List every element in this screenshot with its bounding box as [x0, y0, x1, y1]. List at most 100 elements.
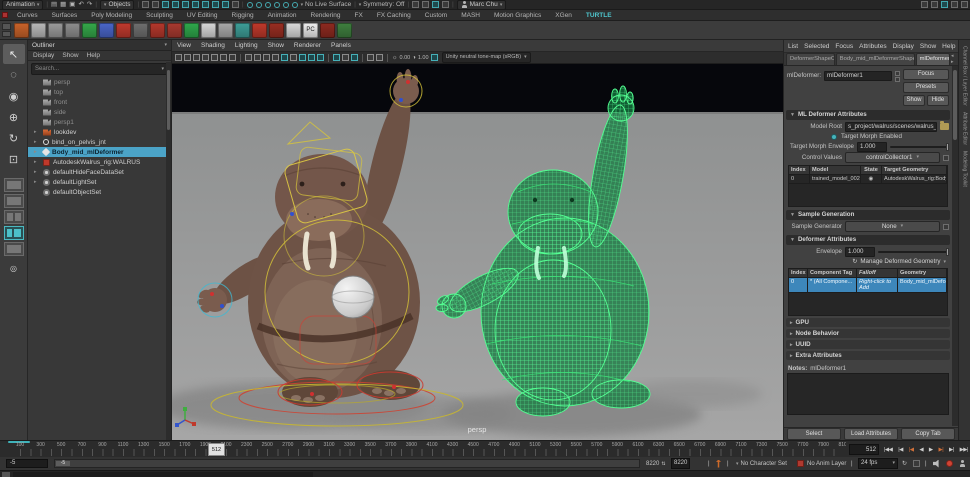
shelf-tab-rigging[interactable]: Rigging — [225, 12, 261, 19]
auto-keyframe-icon[interactable] — [946, 460, 953, 467]
snap-grid-icon[interactable] — [142, 1, 150, 8]
outliner-search-input[interactable]: Search... ▾ — [31, 63, 168, 75]
workspace-toolsettings-toggle-icon[interactable] — [951, 1, 958, 8]
outliner-item-bind-on-pelvis-jnt[interactable]: ▸ bind_on_pelvis_jnt — [28, 137, 171, 147]
model-root-field[interactable]: s_project/walrus/scenes/walrus_mid_data — [845, 121, 937, 132]
shelf-tab-custom[interactable]: Custom — [418, 12, 454, 19]
expander-icon[interactable]: ▸ — [34, 129, 40, 135]
outliner-menu-display[interactable]: Display — [33, 52, 54, 59]
gray-sphere2-icon[interactable] — [218, 22, 233, 38]
lock-node-icon[interactable] — [895, 71, 901, 76]
outliner-item-defaulthidefacedataset[interactable]: ▸ defaultHideFaceDataSet — [28, 167, 171, 177]
layout-outliner-persp-button[interactable] — [3, 226, 24, 240]
render-frame-icon[interactable] — [412, 1, 420, 8]
white-page-icon[interactable] — [286, 22, 301, 38]
expander-icon[interactable]: ▸ — [34, 169, 40, 175]
exposure-icon[interactable]: ☼ — [392, 55, 398, 61]
go-to-start-button[interactable]: |◀◀ — [884, 447, 893, 453]
envelope-field[interactable]: 1.000 — [845, 246, 875, 257]
section-node-behavior[interactable]: ▸ Node Behavior — [786, 329, 950, 338]
snap-align-icon[interactable] — [212, 1, 220, 8]
step-forward-key-button[interactable]: ▶| — [939, 447, 944, 453]
save-scene-icon[interactable]: ▣ — [69, 1, 75, 9]
share-node-icon[interactable] — [895, 77, 901, 82]
make-live-icon[interactable] — [192, 1, 200, 8]
viewport-menu-show[interactable]: Show — [268, 42, 284, 49]
animation-preferences-icon[interactable] — [959, 460, 966, 467]
mel-toggle-icon[interactable] — [2, 472, 10, 477]
ae-menu-focus[interactable]: Focus — [835, 43, 853, 50]
range-start-field[interactable]: -5 — [6, 458, 48, 468]
character-set-dropdown[interactable]: ▾ No Character Set — [736, 457, 787, 470]
tonemap-dropdown[interactable]: Unity neutral tone-map (sRGB) ▾ — [441, 52, 531, 63]
speaker-icon[interactable] — [933, 459, 939, 468]
menu-mode-selector[interactable]: Animation ▾ — [2, 0, 44, 10]
range-end-spinner[interactable]: 8220 ⇅ — [646, 457, 666, 470]
ae-menu-show[interactable]: Show — [920, 43, 936, 50]
selection-mask-dropdown[interactable]: ▾ Objects — [99, 0, 135, 10]
gray-ring-icon[interactable] — [133, 22, 148, 38]
snap-point-icon[interactable] — [162, 1, 170, 8]
teal-sphere-icon[interactable] — [235, 22, 250, 38]
bookmark-icon[interactable] — [913, 460, 920, 467]
right-tab-attribute-editor[interactable]: Attribute Editor — [962, 112, 968, 145]
layout-custom-icon[interactable]: ◎ — [3, 258, 25, 278]
current-frame-marker[interactable]: 512 — [208, 443, 225, 456]
viewport-menu-lighting[interactable]: Lighting — [235, 42, 258, 49]
shelf-selector-icon[interactable] — [2, 23, 11, 37]
render-icon[interactable] — [282, 1, 289, 8]
sample-generator-dropdown[interactable]: None ▾ — [845, 221, 940, 232]
section-sample-generation[interactable]: ▼ Sample Generation — [786, 210, 950, 220]
section-extra-attributes[interactable]: ▸ Extra Attributes — [786, 351, 950, 360]
shelf-tab-rendering[interactable]: Rendering — [304, 12, 348, 19]
layout-two-pane-button[interactable] — [3, 210, 24, 224]
viewport-toolbar-icon-18[interactable] — [333, 54, 340, 61]
viewport-menu-view[interactable]: View — [177, 42, 191, 49]
expander-icon[interactable]: ▸ — [34, 149, 40, 155]
red-panel2-icon[interactable] — [167, 22, 182, 38]
viewport-toolbar-icon-2[interactable] — [193, 54, 200, 61]
command-input[interactable] — [13, 472, 313, 477]
exposure-value[interactable]: 0.00 — [400, 55, 411, 61]
viewport-toolbar-icon-9[interactable] — [254, 54, 261, 61]
outliner-item-autodeskwalrus-rig-walrus[interactable]: ▸ AutodeskWalrus_rig:WALRUS — [28, 157, 171, 167]
outliner-item-body-mid-mldeformer[interactable]: ▸ Body_mid_mlDeformer — [28, 147, 171, 157]
input-line-icon[interactable] — [273, 1, 280, 8]
red-gear-icon[interactable] — [116, 22, 131, 38]
ae-menu-list[interactable]: List — [788, 43, 798, 50]
new-scene-icon[interactable]: ▤ — [51, 1, 57, 9]
right-tab-channel-box-layer-editor[interactable]: Channel Box / Layer Editor — [962, 46, 968, 106]
load-attributes-button[interactable]: Load Attributes — [844, 428, 898, 440]
curve-tool-icon[interactable] — [14, 22, 29, 38]
ae-menu-selected[interactable]: Selected — [804, 43, 829, 50]
render-sequence-icon[interactable] — [422, 1, 430, 8]
plane-icon[interactable] — [65, 22, 80, 38]
section-ml-deformer[interactable]: ▼ ML Deformer Attributes — [786, 110, 950, 120]
outliner-item-top[interactable]: top — [28, 87, 171, 97]
control-values-dropdown[interactable]: controlCollector1 ▾ — [845, 152, 940, 163]
step-back-key-button[interactable]: |◀ — [909, 447, 914, 453]
snap-together-icon[interactable] — [202, 1, 210, 8]
snap-magnet-icon[interactable] — [222, 1, 230, 8]
green-tree-icon[interactable] — [337, 22, 352, 38]
shelf-menu-icon[interactable] — [2, 12, 8, 18]
viewport-toolbar-icon-14[interactable] — [299, 54, 306, 61]
current-frame-field[interactable]: 512 — [849, 444, 879, 455]
shelf-tab-turtle[interactable]: TURTLE — [579, 12, 619, 19]
table-row[interactable]: 0 * (All Compone... Right-click to Add Body… — [789, 278, 947, 293]
fps-dropdown[interactable]: 24 fps ▾ — [858, 457, 898, 469]
sphere-icon[interactable] — [31, 22, 46, 38]
green-wedge-icon[interactable] — [82, 22, 97, 38]
range-end-field[interactable]: 8220 — [671, 457, 691, 469]
shelf-tab-poly-modeling[interactable]: Poly Modeling — [84, 12, 139, 19]
expander-icon[interactable]: ▸ — [34, 139, 40, 145]
outliner-item-defaultlightset[interactable]: ▸ defaultLightSet — [28, 177, 171, 187]
viewport-toolbar-icon-23[interactable] — [376, 54, 383, 61]
snow-shape-icon[interactable] — [201, 22, 216, 38]
shelf-tab-curves[interactable]: Curves — [10, 12, 45, 19]
anim-layer-label[interactable]: No Anim Layer — [807, 457, 846, 470]
target-morph-enabled-checkbox[interactable] — [831, 133, 838, 140]
ae-menu-help[interactable]: Help — [942, 43, 955, 50]
outliner-item-persp1[interactable]: persp1 — [28, 117, 171, 127]
lasso-select-tool[interactable]: ◌ — [3, 65, 25, 85]
